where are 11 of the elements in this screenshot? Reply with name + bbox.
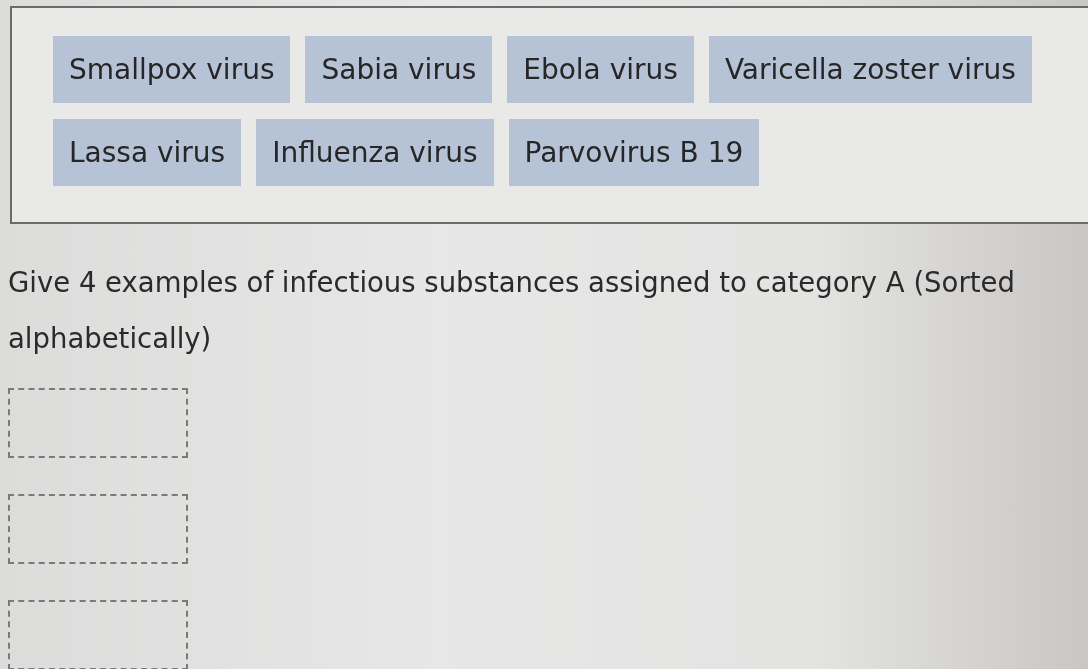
drag-item[interactable]: Smallpox virus: [53, 36, 291, 103]
drag-item[interactable]: Influenza virus: [256, 119, 494, 186]
drag-item[interactable]: Parvovirus B 19: [508, 119, 760, 186]
question-text: Give 4 examples of infectious substances assigned to category A (Sorted alphabetically): [8, 265, 1016, 356]
drag-item[interactable]: Lassa virus: [53, 119, 242, 186]
drag-item[interactable]: Sabia virus: [305, 36, 493, 103]
drop-zone[interactable]: [8, 600, 188, 669]
drop-zone[interactable]: [8, 388, 188, 458]
drop-zone[interactable]: [8, 494, 188, 564]
drag-item[interactable]: Ebola virus: [507, 36, 694, 103]
drag-item[interactable]: Varicella zoster virus: [708, 36, 1032, 103]
